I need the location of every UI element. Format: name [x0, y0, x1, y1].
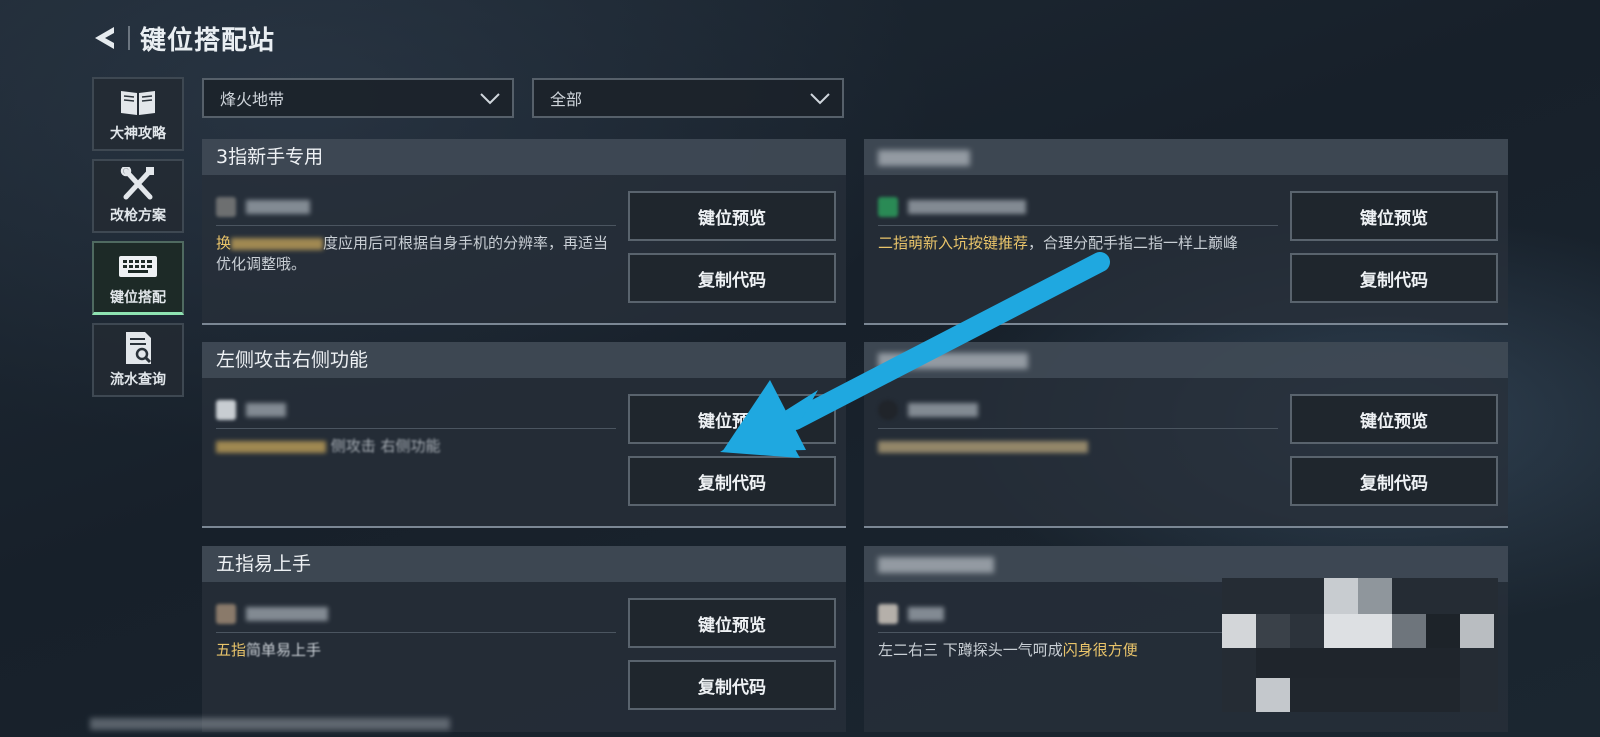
divider	[216, 225, 616, 226]
card-author	[216, 400, 286, 420]
back-button[interactable]	[88, 21, 122, 55]
keybind-card: 3指新手专用 换度应用后可根据自身手机的分辨率，再适当优化调整哦。 键位预览 复…	[202, 139, 846, 325]
page-title: 键位搭配站	[140, 25, 276, 56]
avatar	[216, 197, 236, 217]
card-author	[216, 604, 328, 624]
desc-highlight: 闪身很方便	[1062, 641, 1138, 659]
keybind-card: 左侧攻击右侧功能 侧攻击 右侧功能 键位预览 复制代码	[202, 342, 846, 528]
card-title	[864, 546, 1508, 582]
mode-dropdown-value: 烽火地带	[220, 90, 285, 109]
card-description: 五指简单易上手	[216, 640, 621, 661]
card-author	[878, 400, 978, 420]
author-name-redacted	[908, 607, 944, 621]
copy-code-button[interactable]: 复制代码	[628, 660, 836, 710]
desc-highlight: 换	[216, 234, 232, 252]
desc-text: 简单易上手	[246, 641, 322, 659]
card-description: 二指萌新入坑按键推荐，合理分配手指二指一样上巅峰	[878, 233, 1283, 254]
page-header: 键位搭配站	[88, 18, 275, 58]
nav-item-history[interactable]: 流水查询	[92, 323, 184, 397]
avatar	[216, 400, 236, 420]
side-nav: 大神攻略 改枪方案 键位搭配 流水查询	[92, 77, 184, 405]
divider	[202, 323, 846, 325]
keybind-card: 键位预览 复制代码	[864, 342, 1508, 528]
desc-redacted	[231, 237, 324, 250]
avatar	[878, 400, 898, 420]
title-redacted	[878, 352, 1028, 369]
tools-icon	[118, 167, 158, 201]
back-arrow-icon	[95, 27, 114, 49]
desc-text: 左二右三 下蹲探头一气呵成	[878, 641, 1063, 659]
card-author	[878, 604, 944, 624]
card-author	[216, 197, 310, 217]
keybind-preview-button[interactable]: 键位预览	[628, 191, 836, 241]
author-name-redacted	[246, 200, 310, 214]
divider	[878, 225, 1278, 226]
keybind-card: 五指易上手 五指简单易上手 键位预览 复制代码	[202, 546, 846, 732]
footer-redacted	[90, 718, 450, 730]
author-name-redacted	[246, 607, 328, 621]
card-title	[864, 139, 1508, 175]
copy-code-button[interactable]: 复制代码	[1290, 456, 1498, 506]
card-title: 左侧攻击右侧功能	[202, 342, 846, 378]
divider	[878, 632, 1278, 633]
author-name-redacted	[246, 403, 286, 417]
nav-label-guides: 大神攻略	[110, 126, 166, 142]
divider	[864, 323, 1508, 325]
keybind-preview-button[interactable]: 键位预览	[628, 598, 836, 648]
divider	[878, 428, 1278, 429]
title-redacted	[878, 149, 970, 166]
keybind-preview-button[interactable]: 键位预览	[628, 394, 836, 444]
divider	[216, 632, 616, 633]
card-description	[878, 436, 1283, 457]
author-name-redacted	[908, 403, 978, 417]
nav-label-history: 流水查询	[110, 372, 166, 388]
chevron-down-icon	[480, 93, 500, 105]
nav-label-gun-mods: 改枪方案	[110, 208, 166, 224]
avatar	[878, 604, 898, 624]
keybind-preview-button[interactable]: 键位预览	[1290, 191, 1498, 241]
desc-redacted	[878, 440, 1088, 453]
copy-code-button[interactable]: 复制代码	[1290, 253, 1498, 303]
mosaic-redaction	[1222, 578, 1498, 712]
author-name-redacted	[908, 200, 1026, 214]
keybind-preview-button[interactable]: 键位预览	[1290, 394, 1498, 444]
chevron-down-icon	[810, 93, 830, 105]
nav-item-keybinds[interactable]: 键位搭配	[92, 241, 184, 315]
keybind-card: 二指萌新入坑按键推荐，合理分配手指二指一样上巅峰 键位预览 复制代码	[864, 139, 1508, 325]
divider	[864, 526, 1508, 528]
desc-highlight: 五指	[216, 641, 247, 659]
book-icon	[118, 85, 158, 119]
desc-highlight: 二指萌新入坑按键推荐	[878, 234, 1029, 252]
divider	[216, 428, 616, 429]
desc-text: 侧攻击 右侧功能	[330, 437, 441, 455]
card-title: 3指新手专用	[202, 139, 846, 175]
mode-dropdown[interactable]: 烽火地带	[202, 78, 514, 118]
desc-text: ，合理分配手指二指一样上巅峰	[1028, 234, 1239, 252]
desc-redacted	[216, 440, 326, 453]
copy-code-button[interactable]: 复制代码	[628, 456, 836, 506]
keyboard-icon	[118, 249, 158, 283]
header-divider	[128, 26, 130, 50]
nav-item-guides[interactable]: 大神攻略	[92, 77, 184, 151]
card-title	[864, 342, 1508, 378]
avatar	[878, 197, 898, 217]
copy-code-button[interactable]: 复制代码	[628, 253, 836, 303]
card-description: 侧攻击 右侧功能	[216, 436, 621, 457]
nav-item-gun-mods[interactable]: 改枪方案	[92, 159, 184, 233]
title-redacted	[878, 556, 994, 573]
document-search-icon	[118, 331, 158, 365]
card-description: 换度应用后可根据自身手机的分辨率，再适当优化调整哦。	[216, 233, 621, 275]
category-dropdown-value: 全部	[550, 90, 583, 109]
category-dropdown[interactable]: 全部	[532, 78, 844, 118]
card-title: 五指易上手	[202, 546, 846, 582]
avatar	[216, 604, 236, 624]
card-author	[878, 197, 1026, 217]
divider	[202, 526, 846, 528]
nav-label-keybinds: 键位搭配	[110, 289, 166, 306]
